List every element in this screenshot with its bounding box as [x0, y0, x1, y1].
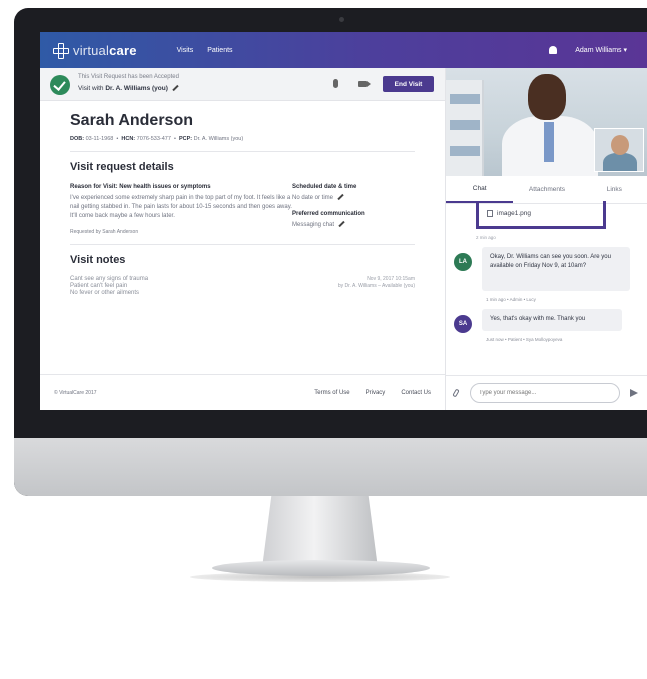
- visit-status-text: This Visit Request has been Accepted: [78, 74, 179, 80]
- request-details-heading: Visit request details: [70, 161, 174, 173]
- patient-figure: [603, 153, 637, 171]
- visit-notes: Cant see any signs of trauma Patient can…: [70, 276, 415, 297]
- reason-label: Reason for Visit: New health issues or s…: [70, 184, 211, 190]
- brand-name: virtualcare: [73, 42, 137, 58]
- doctor-tie: [544, 122, 554, 162]
- message-meta: 1 min ago • Admin • Lucy: [486, 297, 536, 302]
- reason-text: I've experienced some extremely sharp pa…: [70, 195, 292, 219]
- webcam-dot: [339, 17, 344, 22]
- self-view-thumbnail[interactable]: [594, 128, 644, 172]
- check-icon: [50, 75, 70, 95]
- patient-name: Sarah Anderson: [70, 112, 193, 129]
- avatar: LA: [454, 253, 472, 271]
- chat-message: Okay, Dr. Williams can see you soon. Are…: [482, 247, 630, 291]
- pencil-icon[interactable]: [337, 194, 344, 201]
- communication-value[interactable]: Messaging chat: [292, 221, 412, 230]
- request-details: Reason for Visit: New health issues or s…: [70, 184, 415, 235]
- note-line: No fever or other ailments: [70, 290, 140, 296]
- nav-visits[interactable]: Visits: [177, 47, 194, 54]
- footer-links: Terms of Use Privacy Contact Us: [314, 390, 431, 396]
- scheduled-value[interactable]: No date or time: [292, 194, 412, 203]
- message-input[interactable]: [470, 383, 620, 403]
- avatar: SA: [454, 315, 472, 333]
- chat-message: Yes, that's okay with me. Thank you: [482, 309, 622, 331]
- bell-icon[interactable]: [549, 46, 558, 54]
- cross-logo-icon: [52, 42, 69, 59]
- chat-thread: image1.png 2 min ago LA Okay, Dr. Willia…: [446, 201, 647, 375]
- pencil-icon[interactable]: [172, 85, 179, 92]
- note-lines: Cant see any signs of trauma Patient can…: [70, 276, 148, 297]
- visit-status-bar: This Visit Request has been Accepted Vis…: [40, 68, 445, 101]
- user-area: Adam Williams ▾: [549, 46, 627, 54]
- scheduled-label: Scheduled date & time: [292, 184, 357, 190]
- tab-attachments[interactable]: Attachments: [513, 176, 580, 203]
- privacy-link[interactable]: Privacy: [366, 390, 386, 396]
- attachment-item[interactable]: image1.png: [476, 201, 606, 229]
- visit-with: Visit with Dr. A. Williams (you): [78, 85, 179, 92]
- page-footer: © VirtualCare 2017 Terms of Use Privacy …: [40, 374, 445, 410]
- note-meta: Nov 9, 2017 10:15am by Dr. A. Williams –…: [337, 276, 415, 289]
- visit-content: Sarah Anderson DOB: 03-11-1968 • HCN: 70…: [70, 112, 415, 297]
- background-shelf: [446, 80, 484, 176]
- user-menu[interactable]: Adam Williams ▾: [575, 46, 627, 54]
- app-logo[interactable]: virtualcare: [52, 42, 137, 59]
- divider: [70, 244, 415, 245]
- pencil-icon[interactable]: [338, 221, 345, 228]
- attachment-name: image1.png: [497, 210, 531, 217]
- note-line: Cant see any signs of trauma: [70, 276, 149, 282]
- visit-doctor: Dr. A. Williams (you): [105, 85, 168, 92]
- requested-by: Requested by Sarah Anderson: [70, 229, 139, 235]
- send-icon[interactable]: [630, 389, 638, 397]
- microphone-icon[interactable]: [333, 79, 338, 88]
- paperclip-icon[interactable]: [452, 388, 460, 398]
- monitor-stand: [262, 496, 378, 568]
- app-screen: virtualcare Visits Patients Adam William…: [40, 32, 647, 410]
- copyright: © VirtualCare 2017: [54, 389, 97, 396]
- shelf-item: [450, 120, 480, 130]
- communication-label: Preferred communication: [292, 211, 365, 217]
- visit-notes-heading: Visit notes: [70, 254, 126, 266]
- contact-link[interactable]: Contact Us: [401, 390, 431, 396]
- divider: [70, 151, 415, 152]
- monitor-base: [212, 560, 430, 576]
- tab-chat[interactable]: Chat: [446, 176, 514, 203]
- image-file-icon: [487, 210, 493, 217]
- message-composer: [446, 375, 647, 410]
- note-line: Patient can't feel pain: [70, 283, 128, 289]
- top-navigation-bar: virtualcare Visits Patients Adam William…: [40, 32, 647, 68]
- visit-panel: This Visit Request has been Accepted Vis…: [40, 68, 445, 410]
- chat-tabs: Chat Attachments Links: [446, 176, 647, 204]
- terms-link[interactable]: Terms of Use: [314, 390, 349, 396]
- nav-patients[interactable]: Patients: [207, 47, 232, 54]
- monitor-chin: [14, 438, 647, 496]
- shelf-item: [450, 94, 480, 104]
- main-nav: Visits Patients: [177, 47, 233, 54]
- patient-head: [611, 135, 629, 155]
- communication-panel: Chat Attachments Links image1.png 2 min …: [445, 68, 647, 410]
- doctor-head: [528, 74, 566, 120]
- attachment-time: 2 min ago: [476, 235, 496, 240]
- video-camera-icon[interactable]: [358, 81, 371, 87]
- patient-meta: DOB: 03-11-1968 • HCN: 7076-533-477 • PC…: [70, 136, 244, 142]
- shelf-item: [450, 146, 480, 156]
- video-feed[interactable]: [446, 68, 647, 176]
- end-visit-button[interactable]: End Visit: [383, 76, 434, 92]
- message-meta: Just now • Patient • Sya Molloypoyeva: [486, 337, 563, 342]
- tab-links[interactable]: Links: [581, 176, 647, 203]
